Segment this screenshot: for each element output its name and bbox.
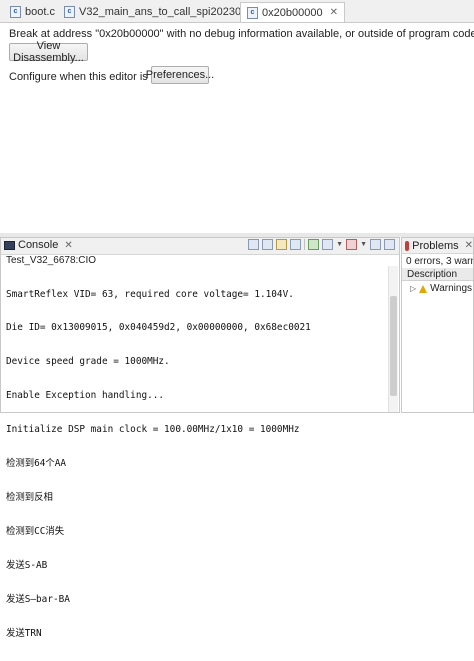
console-line: Die ID= 0x13009015, 0x040459d2, 0x000000… bbox=[6, 322, 311, 334]
scrollbar-thumb[interactable] bbox=[390, 296, 397, 396]
break-message: Break at address "0x20b00000" with no de… bbox=[9, 28, 474, 40]
tab-console[interactable]: Console ✕ bbox=[4, 239, 73, 251]
tab-label: 0x20b00000 bbox=[262, 6, 323, 19]
preferences-button[interactable]: Preferences... bbox=[146, 66, 214, 84]
disassembly-file-icon: c bbox=[247, 6, 258, 19]
problems-tab-label: Problems bbox=[412, 239, 459, 252]
console-line: Device speed grade = 1000MHz. bbox=[6, 356, 170, 368]
console-tab-label: Console bbox=[18, 239, 59, 251]
console-icon bbox=[4, 240, 15, 250]
tab-problems[interactable]: Problems ✕ bbox=[402, 238, 473, 254]
console-line: SmartReflex VID= 63, required core volta… bbox=[6, 288, 294, 300]
maximize-icon[interactable] bbox=[384, 239, 395, 250]
console-toolbar: ▼ ▼ bbox=[248, 239, 395, 250]
console-line: 检测到64个AA bbox=[6, 458, 67, 470]
chevron-down-icon[interactable]: ▼ bbox=[336, 241, 343, 248]
c-file-icon: c bbox=[64, 6, 75, 18]
word-wrap-icon[interactable] bbox=[290, 239, 302, 250]
description-column-header[interactable]: Description bbox=[402, 268, 473, 281]
close-icon[interactable]: ✕ bbox=[330, 7, 338, 18]
warnings-row[interactable]: ▷ Warnings ( bbox=[410, 283, 474, 294]
tab-boot-c[interactable]: c boot.c bbox=[4, 3, 61, 21]
pin-console-icon[interactable] bbox=[308, 239, 320, 250]
clear-console-icon[interactable] bbox=[262, 239, 274, 250]
view-disassembly-button[interactable]: View Disassembly... bbox=[9, 40, 88, 64]
display-console-icon[interactable] bbox=[322, 239, 334, 250]
console-line: 检测到反相 bbox=[6, 491, 53, 503]
problems-icon bbox=[405, 240, 410, 251]
scroll-lock-icon[interactable] bbox=[276, 239, 288, 250]
editor-area: Break at address "0x20b00000" with no de… bbox=[0, 23, 474, 233]
console-scrollbar[interactable] bbox=[388, 266, 398, 412]
problems-view: Problems ✕ 0 errors, 3 warning Descripti… bbox=[401, 237, 474, 413]
close-icon[interactable]: ✕ bbox=[64, 240, 72, 251]
expand-icon[interactable]: ▷ bbox=[410, 284, 416, 293]
chevron-down-icon[interactable]: ▼ bbox=[360, 241, 367, 248]
console-line: 发送TRN bbox=[6, 627, 42, 639]
warning-icon bbox=[419, 284, 428, 293]
close-icon[interactable]: ✕ bbox=[465, 240, 473, 251]
toolbar-separator bbox=[304, 239, 306, 250]
editor-tab-bar: c boot.c c V32_main_ans_to_call_spi20230… bbox=[0, 0, 474, 23]
console-line: Initialize DSP main clock = 100.00MHz/1x… bbox=[6, 424, 300, 436]
minimize-icon[interactable] bbox=[370, 239, 381, 250]
c-file-icon: c bbox=[10, 6, 21, 18]
tab-label: boot.c bbox=[25, 6, 55, 18]
open-console-icon[interactable] bbox=[346, 239, 358, 250]
console-line: 发送S-AB bbox=[6, 559, 48, 571]
warnings-label: Warnings ( bbox=[430, 283, 474, 294]
tab-0x20b00000[interactable]: c 0x20b00000 ✕ bbox=[240, 2, 345, 22]
console-tab-bar: Console ✕ ▼ ▼ bbox=[1, 238, 399, 255]
console-line: 检测到CC消失 bbox=[6, 525, 65, 537]
console-line: Enable Exception handling... bbox=[6, 390, 165, 402]
console-subtitle: Test_V32_6678:CIO bbox=[6, 255, 97, 266]
console-output[interactable]: SmartReflex VID= 63, required core volta… bbox=[6, 266, 386, 661]
problems-summary: 0 errors, 3 warning bbox=[406, 256, 473, 267]
console-view: Console ✕ ▼ ▼ Test_V32_6678:CIO SmartRef… bbox=[0, 237, 400, 639]
console-line: 发送S—bar-BA bbox=[6, 593, 70, 605]
copy-icon[interactable] bbox=[248, 239, 260, 250]
